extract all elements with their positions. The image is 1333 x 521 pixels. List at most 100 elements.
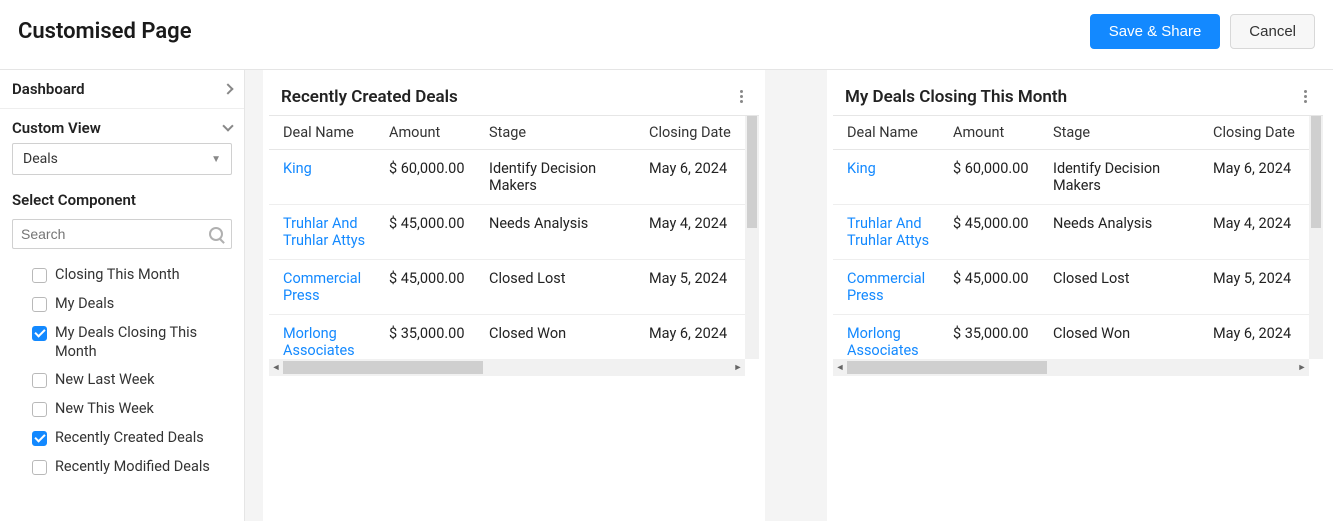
component-label: My Deals [55,295,114,314]
data-table: Deal NameAmountStageClosing Date King $ 60… [833,116,1323,359]
component-label: New This Week [55,400,154,419]
checkbox[interactable] [32,326,47,341]
select-component-heading: Select Component [0,187,244,219]
column-header[interactable]: Closing Date [639,116,759,150]
checkbox[interactable] [32,402,47,417]
component-label: Recently Created Deals [55,429,204,448]
component-label: Recently Modified Deals [55,458,210,477]
header-actions: Save & Share Cancel [1090,14,1315,49]
column-header[interactable]: Stage [1043,116,1203,150]
cancel-button[interactable]: Cancel [1230,14,1315,49]
table-row: King $ 60,000.00Identify Decision MakersM… [833,150,1323,205]
vertical-scrollbar[interactable] [1309,116,1323,359]
cell-closing-date: May 6, 2024 [1203,150,1323,205]
column-header[interactable]: Amount [943,116,1043,150]
component-item[interactable]: New This Week [14,395,240,424]
scroll-right-icon[interactable]: ► [1295,359,1309,376]
cell-deal: Truhlar And Truhlar Attys [269,205,379,260]
scroll-right-icon[interactable]: ► [731,359,745,376]
cell-stage: Closed Lost [1043,260,1203,315]
deal-link[interactable]: King [283,160,312,177]
cell-stage: Needs Analysis [1043,205,1203,260]
cell-closing-date: May 6, 2024 [639,150,759,205]
deal-link[interactable]: Morlong Associates [847,325,919,359]
cell-stage: Closed Won [1043,315,1203,360]
checkbox[interactable] [32,373,47,388]
page-header: Customised Page Save & Share Cancel [0,0,1333,70]
column-header[interactable]: Closing Date [1203,116,1323,150]
cell-closing-date: May 5, 2024 [639,260,759,315]
module-select[interactable]: Deals ▼ [12,143,232,175]
grid-wrap: Deal NameAmountStageClosing Date King $ 60… [269,115,759,376]
kebab-icon[interactable] [736,86,747,107]
cell-amount: $ 60,000.00 [379,150,479,205]
component-label: Closing This Month [55,266,180,285]
search-input-wrap[interactable] [12,219,232,249]
cell-amount: $ 60,000.00 [943,150,1043,205]
checkbox[interactable] [32,268,47,283]
grid-scroll: Deal NameAmountStageClosing Date King $ 60… [269,115,759,359]
horizontal-scrollbar[interactable]: ◄► [833,359,1309,376]
data-table: Deal NameAmountStageClosing Date King $ 60… [269,116,759,359]
horizontal-scrollbar[interactable]: ◄► [269,359,745,376]
widget-title: Recently Created Deals [281,87,458,107]
cell-amount: $ 35,000.00 [379,315,479,360]
cell-stage: Closed Won [479,315,639,360]
search-icon [209,227,223,241]
widget: Recently Created Deals Deal NameAmountSta… [263,70,765,376]
custom-view-label: Custom View [12,119,101,137]
deal-link[interactable]: Commercial Press [283,270,361,304]
component-item[interactable]: Closing This Month [14,261,240,290]
cell-amount: $ 45,000.00 [943,205,1043,260]
scroll-left-icon[interactable]: ◄ [269,359,283,376]
widget-title: My Deals Closing This Month [845,87,1067,107]
save-share-button[interactable]: Save & Share [1090,14,1221,49]
cell-closing-date: May 6, 2024 [639,315,759,360]
component-item[interactable]: My Deals Closing This Month [14,319,240,367]
table-row: Commercial Press$ 45,000.00Closed LostMa… [833,260,1323,315]
cell-deal: Morlong Associates [833,315,943,360]
component-item[interactable]: My Deals [14,290,240,319]
grid-wrap: Deal NameAmountStageClosing Date King $ 60… [833,115,1323,376]
kebab-icon[interactable] [1300,86,1311,107]
component-item[interactable]: Recently Modified Deals [14,453,240,482]
search-input[interactable] [21,226,209,242]
grid-scroll: Deal NameAmountStageClosing Date King $ 60… [833,115,1323,359]
column-header[interactable]: Deal Name [833,116,943,150]
component-item[interactable]: New Last Week [14,366,240,395]
table-row: Truhlar And Truhlar Attys$ 45,000.00Need… [269,205,759,260]
cell-stage: Needs Analysis [479,205,639,260]
widget-column-right: My Deals Closing This Month Deal NameAmou… [827,70,1329,521]
deal-link[interactable]: Morlong Associates [283,325,355,359]
sidebar-section-custom-view[interactable]: Custom View [0,109,244,139]
checkbox[interactable] [32,297,47,312]
table-row: King $ 60,000.00Identify Decision MakersM… [269,150,759,205]
checkbox[interactable] [32,431,47,446]
widget-column-left: Recently Created Deals Deal NameAmountSta… [263,70,765,521]
component-list[interactable]: Closing This Month My Deals My Deals Closi… [0,257,244,521]
table-row: Morlong Associates$ 35,000.00Closed WonM… [833,315,1323,360]
cell-closing-date: May 4, 2024 [1203,205,1323,260]
cell-stage: Identify Decision Makers [1043,150,1203,205]
vertical-scrollbar[interactable] [745,116,759,359]
column-header[interactable]: Stage [479,116,639,150]
deal-link[interactable]: King [847,160,876,177]
widget-header: Recently Created Deals [263,76,765,115]
cell-deal: Morlong Associates [269,315,379,360]
table-row: Commercial Press$ 45,000.00Closed LostMa… [269,260,759,315]
column-header[interactable]: Amount [379,116,479,150]
scroll-left-icon[interactable]: ◄ [833,359,847,376]
workspace: Dashboard Custom View Deals ▼ Select Com… [0,70,1333,521]
cell-deal: King [833,150,943,205]
column-header[interactable]: Deal Name [269,116,379,150]
checkbox[interactable] [32,460,47,475]
component-label: New Last Week [55,371,154,390]
component-item[interactable]: Recently Created Deals [14,424,240,453]
deal-link[interactable]: Truhlar And Truhlar Attys [283,215,365,249]
sidebar-section-dashboard[interactable]: Dashboard [0,70,244,109]
cell-deal: King [269,150,379,205]
cell-deal: Commercial Press [269,260,379,315]
deal-link[interactable]: Truhlar And Truhlar Attys [847,215,929,249]
cell-stage: Identify Decision Makers [479,150,639,205]
deal-link[interactable]: Commercial Press [847,270,925,304]
